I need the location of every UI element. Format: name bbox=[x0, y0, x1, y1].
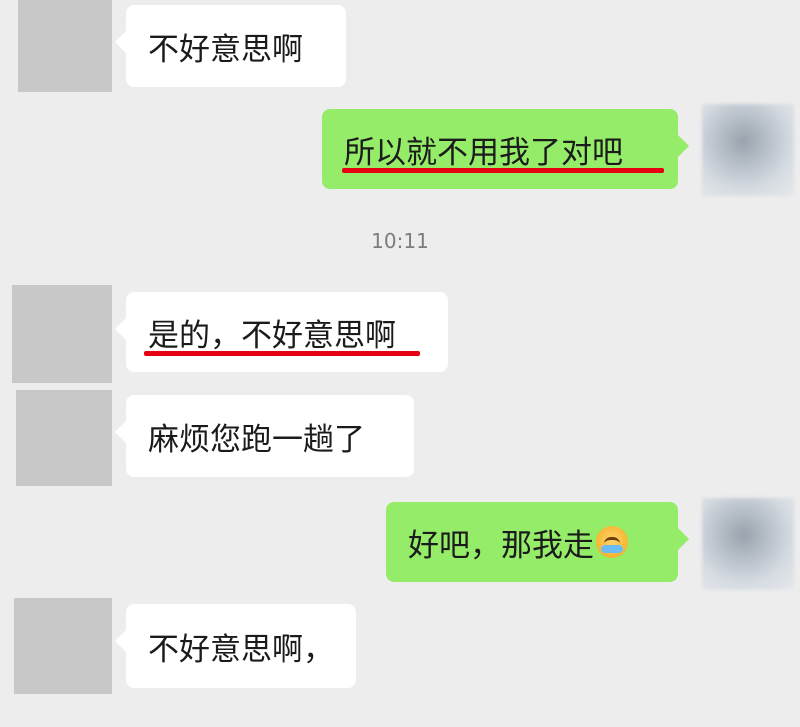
message-text: 所以就不用我了对吧 bbox=[344, 134, 623, 171]
contact-avatar[interactable] bbox=[18, 0, 112, 92]
crying-laughing-emoji-icon bbox=[596, 526, 628, 558]
incoming-message-bubble[interactable]: 麻烦您跑一趟了 bbox=[115, 395, 414, 477]
contact-avatar[interactable] bbox=[14, 598, 112, 694]
self-avatar[interactable] bbox=[702, 498, 794, 590]
contact-avatar[interactable] bbox=[16, 390, 112, 486]
contact-avatar[interactable] bbox=[12, 285, 112, 383]
outgoing-message-bubble[interactable]: 所以就不用我了对吧 bbox=[322, 109, 689, 189]
message-text: 是的，不好意思啊 bbox=[148, 317, 396, 354]
outgoing-message-bubble[interactable]: 好吧，那我走 bbox=[386, 502, 689, 582]
message-text: 麻烦您跑一趟了 bbox=[148, 421, 365, 458]
red-underline-annotation bbox=[342, 168, 664, 173]
message-text: 好吧，那我走 bbox=[408, 527, 594, 564]
chat-window: 不好意思啊 所以就不用我了对吧 10:11 是的，不好意思啊 麻烦您跑一趟了 好… bbox=[0, 0, 800, 727]
incoming-message-bubble[interactable]: 是的，不好意思啊 bbox=[115, 292, 448, 372]
incoming-message-bubble[interactable]: 不好意思啊， bbox=[115, 604, 356, 688]
message-timestamp: 10:11 bbox=[371, 229, 429, 253]
incoming-message-bubble[interactable]: 不好意思啊 bbox=[115, 5, 346, 87]
message-text: 不好意思啊， bbox=[148, 631, 334, 668]
message-text: 不好意思啊 bbox=[148, 31, 303, 68]
red-underline-annotation bbox=[144, 351, 420, 356]
self-avatar[interactable] bbox=[702, 104, 794, 196]
